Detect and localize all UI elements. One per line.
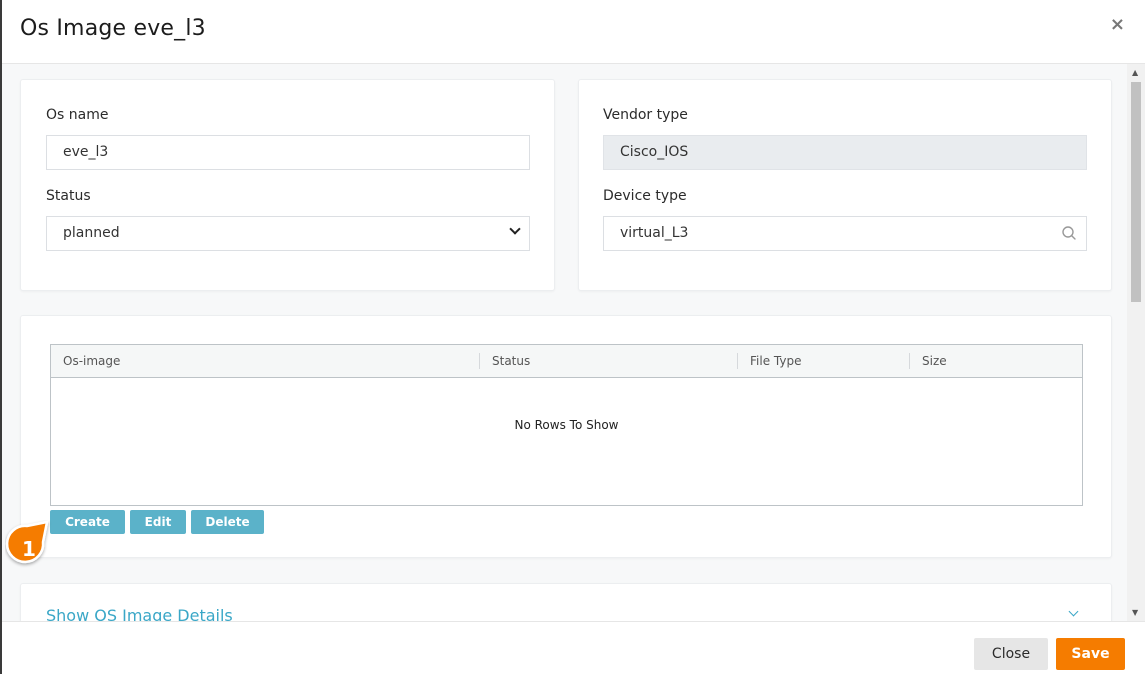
create-button[interactable]: Create (50, 510, 125, 534)
modal-header: Os Image eve_l3 × (2, 0, 1145, 64)
status-select-value: planned (63, 225, 120, 241)
step-number-text: 1 (22, 537, 36, 561)
device-type-value: virtual_L3 (620, 225, 689, 241)
step-number-badge: 1 (5, 520, 49, 564)
chevron-down-icon[interactable] (1068, 606, 1079, 617)
chevron-down-icon (509, 223, 521, 235)
column-header-file-type[interactable]: File Type (750, 354, 801, 368)
modal-title: Os Image eve_l3 (20, 16, 206, 41)
vendor-type-label: Vendor type (603, 107, 688, 123)
close-icon[interactable]: × (1110, 14, 1125, 35)
scroll-up-arrow-icon[interactable]: ▲ (1132, 68, 1138, 77)
column-header-os-image[interactable]: Os-image (63, 354, 120, 368)
column-separator[interactable] (479, 353, 480, 369)
scroll-down-arrow-icon[interactable]: ▼ (1132, 608, 1138, 617)
device-type-input[interactable]: virtual_L3 (603, 216, 1087, 251)
column-header-status[interactable]: Status (492, 354, 530, 368)
os-image-table-card: Os-image Status File Type Size No Rows T… (20, 315, 1112, 558)
os-image-details-card[interactable]: Show OS Image Details (20, 583, 1112, 621)
no-rows-message: No Rows To Show (514, 418, 619, 432)
close-button[interactable]: Close (974, 638, 1048, 670)
os-name-label: Os name (46, 107, 109, 123)
os-image-grid: Os-image Status File Type Size No Rows T… (50, 344, 1083, 506)
modal-footer: Close Save (2, 621, 1145, 674)
search-icon[interactable] (1061, 225, 1077, 241)
status-label: Status (46, 188, 91, 204)
grid-header: Os-image Status File Type Size (51, 345, 1082, 378)
column-separator[interactable] (909, 353, 910, 369)
vendor-type-field: Cisco_IOS (603, 135, 1087, 170)
scrollbar-thumb[interactable] (1131, 82, 1141, 302)
vendor-info-card: Vendor type Cisco_IOS Device type virtua… (578, 79, 1112, 291)
save-button[interactable]: Save (1056, 638, 1125, 670)
device-type-label: Device type (603, 188, 687, 204)
os-info-card: Os name eve_l3 Status planned (20, 79, 555, 291)
status-select[interactable]: planned (46, 216, 530, 251)
vertical-scrollbar[interactable]: ▲ ▼ (1127, 64, 1145, 621)
details-toggle-title[interactable]: Show OS Image Details (46, 606, 233, 621)
modal-body: Os name eve_l3 Status planned Vendor typ… (2, 64, 1127, 621)
os-name-input[interactable]: eve_l3 (46, 135, 530, 170)
delete-button[interactable]: Delete (191, 510, 264, 534)
column-separator[interactable] (737, 353, 738, 369)
os-image-modal: Os Image eve_l3 × Os name eve_l3 Status … (0, 0, 1145, 674)
column-header-size[interactable]: Size (922, 354, 947, 368)
edit-button[interactable]: Edit (130, 510, 186, 534)
